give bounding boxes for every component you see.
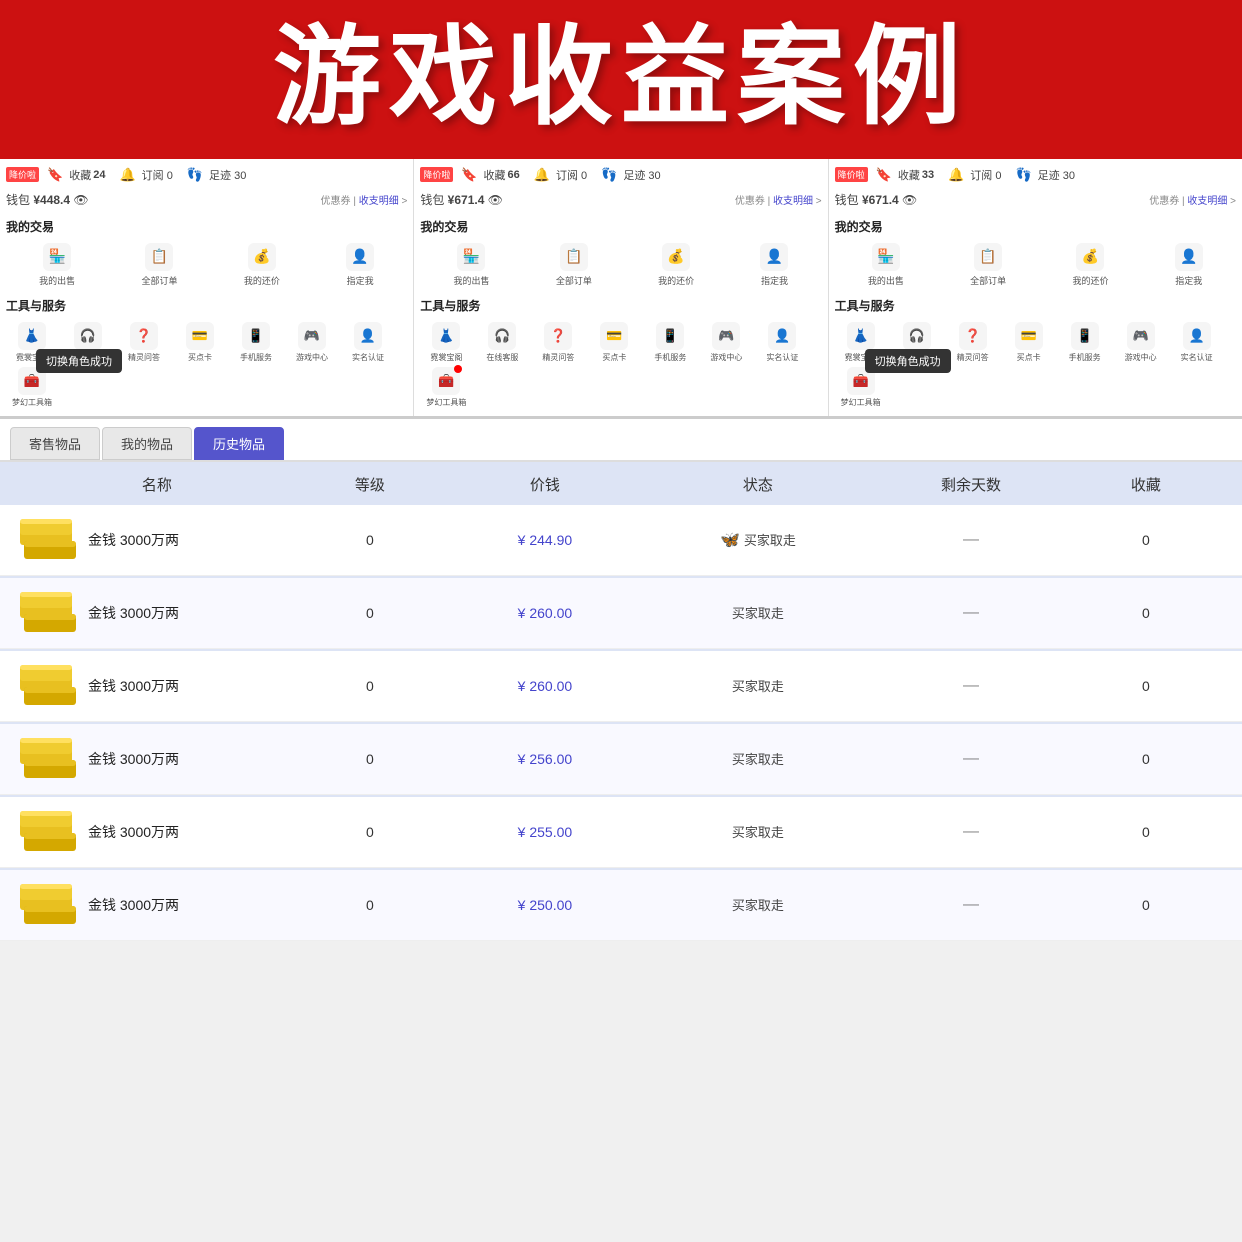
table-area: 名称 等级 价钱 状态 剩余天数 收藏 金钱 3000万两 0 ¥ 244.90… bbox=[0, 462, 1242, 941]
header-remaining: 剩余天数 bbox=[872, 474, 1070, 495]
app-screenshots: 降价啦 🔖 收藏 24 🔔 订阅 0 👣 足迹 30 钱包 ¥448.4 👁 优… bbox=[0, 159, 1242, 419]
stats-row-3: 降价啦 🔖 收藏 33 🔔 订阅 0 👣 足迹 30 bbox=[835, 167, 1236, 183]
item-level: 0 bbox=[294, 897, 446, 913]
item-name: 金钱 3000万两 bbox=[88, 822, 179, 842]
item-remaining: — bbox=[872, 750, 1070, 768]
item-status: 买家取走 bbox=[644, 603, 872, 622]
stats-row-1: 降价啦 🔖 收藏 24 🔔 订阅 0 👣 足迹 30 bbox=[6, 167, 407, 183]
trade-item-1: 🏪 我的出售 bbox=[39, 243, 75, 287]
my-trades-title-3: 我的交易 bbox=[835, 218, 1236, 235]
tools-section-1: 工具与服务 切换角色成功 👗霓裳宝阁 🎧在线客服 ❓精灵问答 💳买点卡 📱手机服… bbox=[6, 297, 407, 408]
table-row: 金钱 3000万两 0 ¥ 260.00 买家取走 — 0 bbox=[0, 578, 1242, 649]
item-favorites: 0 bbox=[1070, 824, 1222, 840]
header-name: 名称 bbox=[20, 474, 294, 495]
item-status: 买家取走 bbox=[644, 676, 872, 695]
badge-jiajia-1: 降价啦 bbox=[6, 167, 39, 182]
switch-badge-1: 切换角色成功 bbox=[36, 349, 122, 373]
tools-section-2: 工具与服务 👗霓裳宝阁 🎧在线客服 ❓精灵问答 💳买点卡 📱手机服务 🎮游戏中心… bbox=[420, 297, 821, 408]
header-favorites: 收藏 bbox=[1070, 474, 1222, 495]
item-level: 0 bbox=[294, 532, 446, 548]
switch-badge-3: 切换角色成功 bbox=[865, 349, 951, 373]
item-status: 买家取走 bbox=[644, 895, 872, 914]
item-favorites: 0 bbox=[1070, 532, 1222, 548]
table-row: 金钱 3000万两 0 ¥ 256.00 买家取走 — 0 bbox=[0, 724, 1242, 795]
tools-icons-2: 👗霓裳宝阁 🎧在线客服 ❓精灵问答 💳买点卡 📱手机服务 🎮游戏中心 👤实名认证… bbox=[420, 322, 821, 408]
item-level: 0 bbox=[294, 605, 446, 621]
item-favorites: 0 bbox=[1070, 678, 1222, 694]
stats-row-2: 降价啦 🔖 收藏 66 🔔 订阅 0 👣 足迹 30 bbox=[420, 167, 821, 183]
item-name-col: 金钱 3000万两 bbox=[20, 519, 294, 561]
trade-icons-1: 🏪 我的出售 📋 全部订单 💰 我的还价 👤 指定我 bbox=[6, 243, 407, 287]
header-level: 等级 bbox=[294, 474, 446, 495]
trade-item-4: 👤 指定我 bbox=[346, 243, 374, 287]
wallet-row-1: 钱包 ¥448.4 👁 优惠券 | 收支明细 > bbox=[6, 191, 407, 208]
item-level: 0 bbox=[294, 824, 446, 840]
item-remaining: — bbox=[872, 896, 1070, 914]
item-price: ¥ 255.00 bbox=[446, 824, 644, 840]
trade-icons-3: 🏪 我的出售 📋 全部订单 💰 我的还价 👤 指定我 bbox=[835, 243, 1236, 287]
tab-my-items[interactable]: 我的物品 bbox=[102, 427, 192, 460]
gold-bars-icon bbox=[20, 738, 78, 780]
item-remaining: — bbox=[872, 531, 1070, 549]
badge-jiajia-2: 降价啦 bbox=[420, 167, 453, 182]
tabs-area: 寄售物品 我的物品 历史物品 bbox=[0, 419, 1242, 462]
item-name: 金钱 3000万两 bbox=[88, 676, 179, 696]
item-price: ¥ 260.00 bbox=[446, 605, 644, 621]
app-col-3: 降价啦 🔖 收藏 33 🔔 订阅 0 👣 足迹 30 钱包 ¥671.4 👁 优… bbox=[829, 159, 1242, 416]
item-name-col: 金钱 3000万两 bbox=[20, 665, 294, 707]
item-name-col: 金钱 3000万两 bbox=[20, 738, 294, 780]
table-row: 金钱 3000万两 0 ¥ 250.00 买家取走 — 0 bbox=[0, 870, 1242, 941]
header-title: 游戏收益案例 bbox=[10, 18, 1232, 137]
item-name: 金钱 3000万两 bbox=[88, 749, 179, 769]
item-remaining: — bbox=[872, 677, 1070, 695]
wallet-row-3: 钱包 ¥671.4 👁 优惠券 | 收支明细 > bbox=[835, 191, 1236, 208]
tab-consignment[interactable]: 寄售物品 bbox=[10, 427, 100, 460]
item-level: 0 bbox=[294, 678, 446, 694]
item-price: ¥ 244.90 bbox=[446, 532, 644, 548]
my-trades-title-1: 我的交易 bbox=[6, 218, 407, 235]
table-row: 金钱 3000万两 0 ¥ 255.00 买家取走 — 0 bbox=[0, 797, 1242, 868]
my-trades-title-2: 我的交易 bbox=[420, 218, 821, 235]
item-price: ¥ 250.00 bbox=[446, 897, 644, 913]
header: 游戏收益案例 bbox=[0, 0, 1242, 159]
item-name: 金钱 3000万两 bbox=[88, 603, 179, 623]
item-name: 金钱 3000万两 bbox=[88, 895, 179, 915]
item-status: 买家取走 bbox=[644, 749, 872, 768]
item-status: 买家取走 bbox=[644, 822, 872, 841]
gold-bars-icon bbox=[20, 592, 78, 634]
app-col-1: 降价啦 🔖 收藏 24 🔔 订阅 0 👣 足迹 30 钱包 ¥448.4 👁 优… bbox=[0, 159, 414, 416]
table-row: 金钱 3000万两 0 ¥ 260.00 买家取走 — 0 bbox=[0, 651, 1242, 722]
trade-item-3: 💰 我的还价 bbox=[244, 243, 280, 287]
table-row: 金钱 3000万两 0 ¥ 244.90 🦋 买家取走 — 0 bbox=[0, 505, 1242, 576]
wallet-row-2: 钱包 ¥671.4 👁 优惠券 | 收支明细 > bbox=[420, 191, 821, 208]
item-favorites: 0 bbox=[1070, 605, 1222, 621]
gold-bars-icon bbox=[20, 519, 78, 561]
item-name-col: 金钱 3000万两 bbox=[20, 811, 294, 853]
header-status: 状态 bbox=[644, 474, 872, 495]
tab-history[interactable]: 历史物品 bbox=[194, 427, 284, 460]
item-favorites: 0 bbox=[1070, 751, 1222, 767]
trade-item-2: 📋 全部订单 bbox=[141, 243, 177, 287]
gold-bars-icon bbox=[20, 884, 78, 926]
item-name-col: 金钱 3000万两 bbox=[20, 592, 294, 634]
item-remaining: — bbox=[872, 604, 1070, 622]
item-name-col: 金钱 3000万两 bbox=[20, 884, 294, 926]
table-header: 名称 等级 价钱 状态 剩余天数 收藏 bbox=[0, 462, 1242, 505]
item-price: ¥ 260.00 bbox=[446, 678, 644, 694]
item-favorites: 0 bbox=[1070, 897, 1222, 913]
tools-section-3: 工具与服务 切换角色成功 👗霓裳宝阁 🎧在线客服 ❓精灵问答 💳买点卡 📱手机服… bbox=[835, 297, 1236, 408]
header-price: 价钱 bbox=[446, 474, 644, 495]
item-name: 金钱 3000万两 bbox=[88, 530, 179, 550]
item-level: 0 bbox=[294, 751, 446, 767]
gold-bars-icon bbox=[20, 665, 78, 707]
item-status: 🦋 买家取走 bbox=[644, 530, 872, 550]
trade-icons-2: 🏪 我的出售 📋 全部订单 💰 我的还价 👤 指定我 bbox=[420, 243, 821, 287]
badge-jiajia-3: 降价啦 bbox=[835, 167, 868, 182]
app-col-2: 降价啦 🔖 收藏 66 🔔 订阅 0 👣 足迹 30 钱包 ¥671.4 👁 优… bbox=[414, 159, 828, 416]
gold-bars-icon bbox=[20, 811, 78, 853]
item-price: ¥ 256.00 bbox=[446, 751, 644, 767]
item-remaining: — bbox=[872, 823, 1070, 841]
